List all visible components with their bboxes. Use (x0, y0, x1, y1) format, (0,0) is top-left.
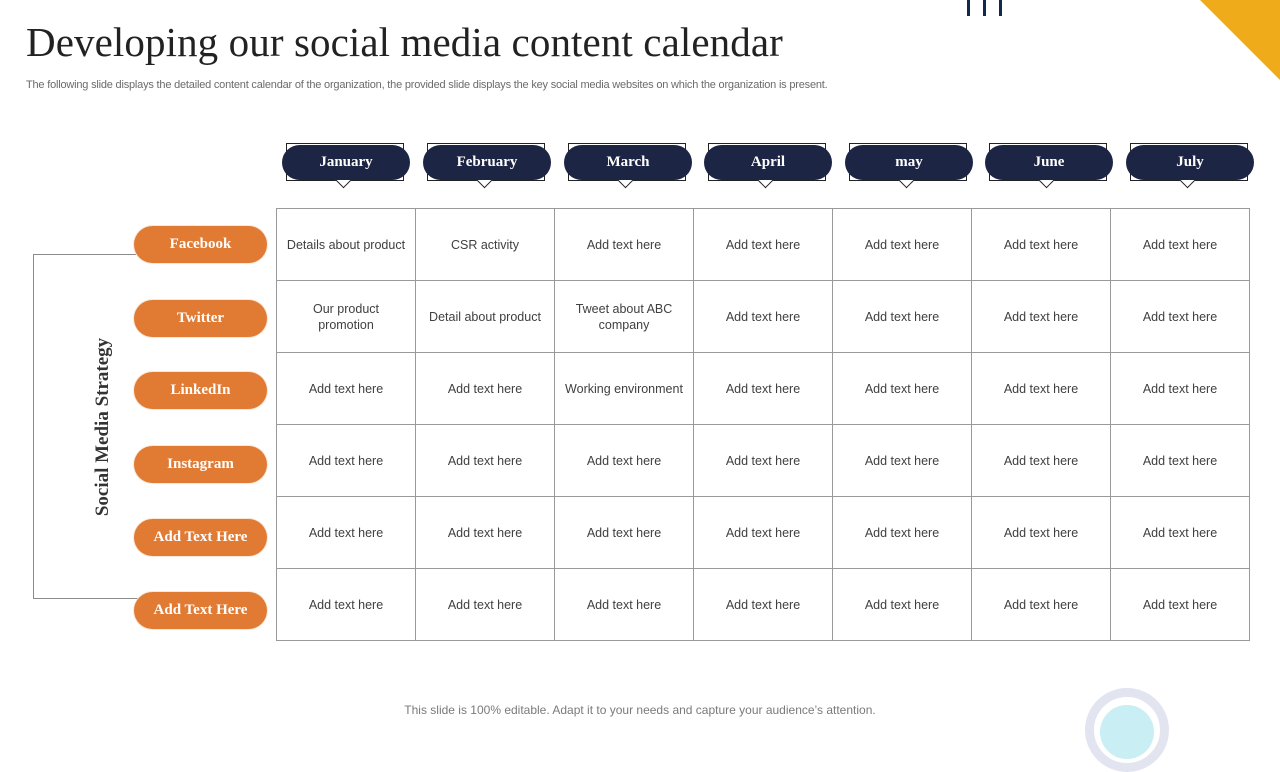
grid-cell: Add text here (832, 352, 972, 425)
grid-cell: Add text here (1110, 568, 1250, 641)
grid-cell: Add text here (971, 424, 1111, 497)
grid-cell: Add text here (276, 568, 416, 641)
grid-cell: Add text here (1110, 208, 1250, 281)
grid-cell: Our product promotion (276, 280, 416, 353)
grid-row-twitter: Our product promotion Detail about produ… (276, 280, 1250, 353)
grid-cell: Detail about product (415, 280, 555, 353)
platform-linkedin: LinkedIn (134, 372, 267, 409)
grid-cell: Add text here (832, 496, 972, 569)
grid-cell: Add text here (554, 208, 694, 281)
month-header-january: January (282, 143, 410, 193)
bar-1 (967, 0, 970, 16)
corner-triangle-decoration (1200, 0, 1280, 80)
grid-cell: Add text here (554, 424, 694, 497)
grid-cell: Working environment (554, 352, 694, 425)
grid-cell: Add text here (276, 424, 416, 497)
bars-icon (967, 0, 1007, 16)
strategy-label: Social Media Strategy (92, 337, 113, 517)
month-label: July (1126, 145, 1254, 180)
grid-row-facebook: Details about product CSR activity Add t… (276, 208, 1250, 281)
grid-cell: Add text here (693, 568, 833, 641)
grid-cell: Add text here (1110, 352, 1250, 425)
grid-cell: Add text here (971, 208, 1111, 281)
grid-cell: Add text here (1110, 280, 1250, 353)
grid-row-linkedin: Add text here Add text here Working envi… (276, 352, 1250, 425)
grid-cell: Add text here (693, 496, 833, 569)
grid-cell: Add text here (693, 280, 833, 353)
page-title: Developing our social media content cale… (26, 19, 783, 65)
month-header-february: February (423, 143, 551, 193)
grid-row-placeholder-1: Add text here Add text here Add text her… (276, 496, 1250, 569)
grid-cell: Add text here (832, 424, 972, 497)
grid-cell: Add text here (415, 496, 555, 569)
strategy-bracket (33, 254, 139, 599)
grid-cell: Add text here (971, 280, 1111, 353)
grid-cell: Add text here (693, 352, 833, 425)
bar-3 (999, 0, 1002, 16)
grid-cell: Add text here (276, 352, 416, 425)
month-header-may: may (845, 143, 973, 193)
month-header-july: July (1126, 143, 1254, 193)
grid-cell: Add text here (971, 352, 1111, 425)
grid-cell: Add text here (415, 424, 555, 497)
grid-cell: Details about product (276, 208, 416, 281)
month-label: February (423, 145, 551, 180)
platform-facebook: Facebook (134, 226, 267, 263)
month-label: June (985, 145, 1113, 180)
grid-cell: Add text here (415, 568, 555, 641)
platform-placeholder-2: Add Text Here (134, 592, 267, 629)
grid-cell: Add text here (415, 352, 555, 425)
arc-inner-decoration (1100, 705, 1154, 759)
grid-row-placeholder-2: Add text here Add text here Add text her… (276, 568, 1250, 641)
grid-cell: Add text here (971, 496, 1111, 569)
platform-twitter: Twitter (134, 300, 267, 337)
platform-instagram: Instagram (134, 446, 267, 483)
grid-cell: Add text here (1110, 496, 1250, 569)
content-calendar-grid: Details about product CSR activity Add t… (276, 208, 1250, 641)
grid-cell: Add text here (832, 208, 972, 281)
grid-row-instagram: Add text here Add text here Add text her… (276, 424, 1250, 497)
platform-placeholder-1: Add Text Here (134, 519, 267, 556)
grid-cell: Add text here (971, 568, 1111, 641)
grid-cell: Add text here (832, 568, 972, 641)
grid-cell: CSR activity (415, 208, 555, 281)
month-header-june: June (985, 143, 1113, 193)
grid-cell: Add text here (554, 568, 694, 641)
grid-cell: Add text here (832, 280, 972, 353)
month-label: March (564, 145, 692, 180)
page-subtitle: The following slide displays the detaile… (26, 79, 828, 91)
bar-2 (983, 0, 986, 16)
grid-cell: Add text here (554, 496, 694, 569)
grid-cell: Add text here (276, 496, 416, 569)
month-header-april: April (704, 143, 832, 193)
grid-cell: Add text here (693, 424, 833, 497)
month-label: may (845, 145, 973, 180)
month-label: January (282, 145, 410, 180)
grid-cell: Tweet about ABC company (554, 280, 694, 353)
grid-cell: Add text here (693, 208, 833, 281)
month-header-march: March (564, 143, 692, 193)
grid-cell: Add text here (1110, 424, 1250, 497)
month-label: April (704, 145, 832, 180)
